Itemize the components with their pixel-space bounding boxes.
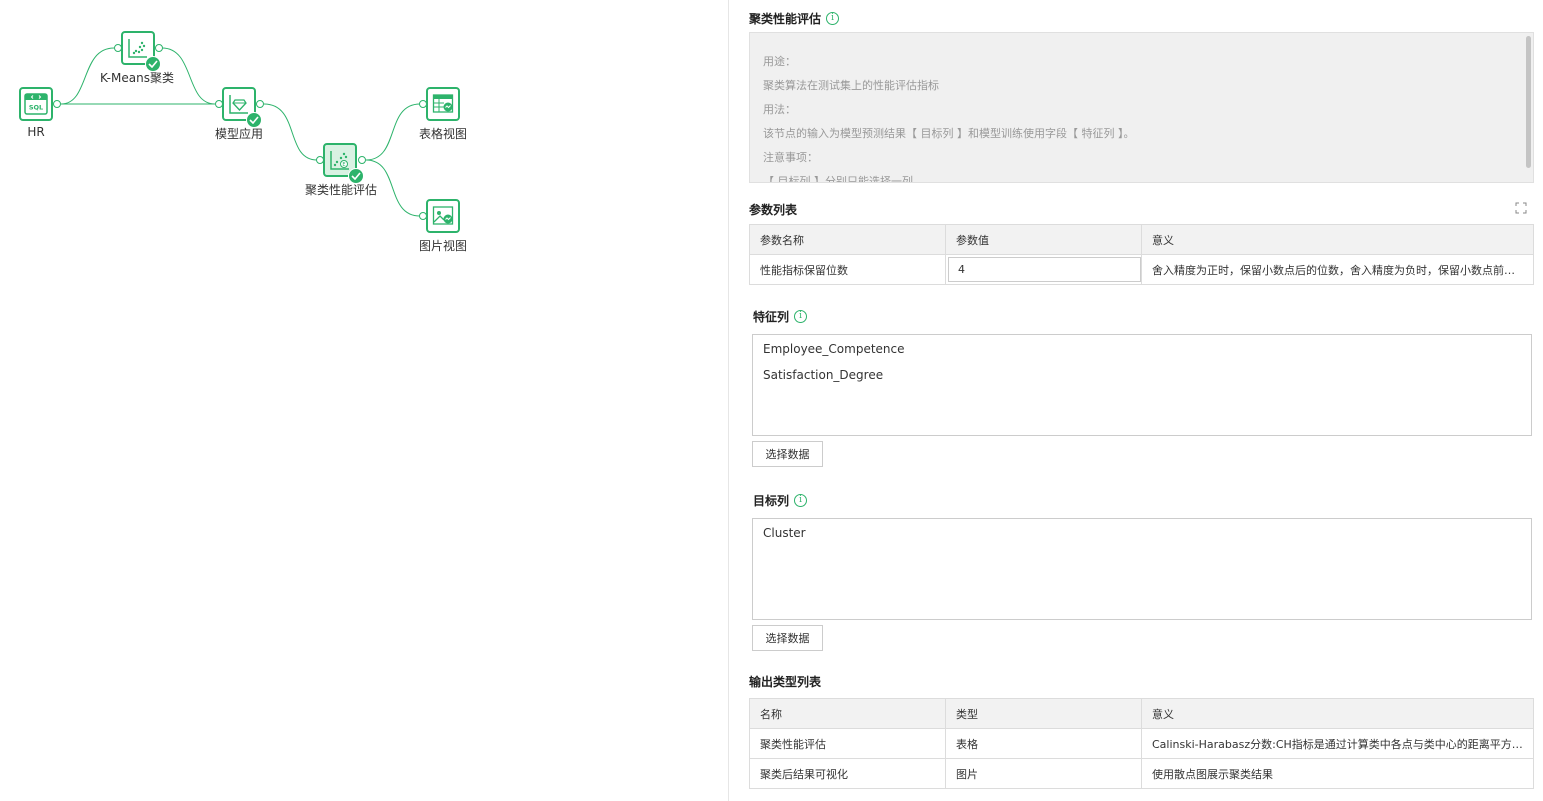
description-line: 用法： (763, 103, 796, 116)
edge-eval-table (365, 103, 421, 161)
gem-icon (229, 95, 248, 114)
table-header: 意义 (1141, 698, 1534, 729)
description-box[interactable]: 用途： 聚类算法在测试集上的性能评估指标 用法： 该节点的输入为模型预测结果【 … (749, 32, 1534, 183)
port-in[interactable] (419, 100, 427, 108)
output-name: 聚类后结果可视化 (749, 758, 946, 789)
node-label: 表格视图 (418, 127, 468, 141)
description-line: 注意事项： (763, 151, 818, 164)
svg-text:SQL: SQL (29, 104, 43, 112)
output-meaning: Calinski-Harabasz分数:CH指标是通过计算类中各点与类中心的距离… (1141, 728, 1534, 759)
select-feature-data-button[interactable]: 选择数据 (752, 441, 823, 467)
param-value-cell (945, 254, 1142, 285)
select-target-data-button[interactable]: 选择数据 (752, 625, 823, 651)
sql-icon: SQL (24, 93, 48, 115)
list-item: Employee_Competence (763, 342, 905, 356)
scatter-icon (128, 39, 147, 58)
param-table: 参数名称 参数值 意义 性能指标保留位数 舍入精度为正时，保留小数点后的位数，舍… (749, 224, 1534, 285)
param-list-title: 参数列表 (749, 201, 797, 218)
port-out[interactable] (256, 100, 264, 108)
node-hr[interactable]: SQL (19, 87, 53, 121)
node-image-view[interactable] (426, 199, 460, 233)
node-title-text: 聚类性能评估 (749, 12, 822, 26)
node-title: 聚类性能评估 i (749, 10, 840, 27)
info-icon[interactable]: i (826, 12, 840, 25)
port-in[interactable] (114, 44, 122, 52)
param-name: 性能指标保留位数 (749, 254, 946, 285)
table-header: 参数值 (945, 224, 1142, 255)
table-row: 聚类性能评估 表格 Calinski-Harabasz分数:CH指标是通过计算类… (749, 728, 1534, 759)
port-in[interactable] (316, 156, 324, 164)
list-item: Cluster (763, 526, 806, 540)
target-columns-title: 目标列 i (753, 492, 808, 509)
node-label: 聚类性能评估 (304, 183, 378, 197)
param-list-title-text: 参数列表 (749, 203, 798, 217)
table-row: 性能指标保留位数 舍入精度为正时，保留小数点后的位数，舍入精度为负时，保留小数点… (749, 254, 1534, 285)
node-table-view[interactable] (426, 87, 460, 121)
image-view-icon (432, 206, 454, 225)
info-icon[interactable]: i (794, 494, 808, 507)
output-meaning: 使用散点图展示聚类结果 (1141, 758, 1534, 789)
feature-columns-title-text: 特征列 (753, 310, 790, 324)
description-line: 用途： (763, 55, 796, 68)
node-label: HR (27, 125, 45, 139)
expand-icon[interactable] (1515, 202, 1527, 214)
table-header: 类型 (945, 698, 1142, 729)
scatter-eval-icon: E (330, 151, 349, 170)
node-label: K-Means聚类 (100, 71, 174, 85)
param-meaning: 舍入精度为正时，保留小数点后的位数，舍入精度为负时，保留小数点前的位数 (1141, 254, 1534, 285)
workflow-edges (60, 47, 421, 217)
info-icon[interactable]: i (794, 310, 808, 323)
properties-panel: 聚类性能评估 i 用途： 聚类算法在测试集上的性能评估指标 用法： 该节点的输入… (749, 0, 1534, 801)
port-in[interactable] (419, 212, 427, 220)
table-header: 名称 (749, 698, 946, 729)
port-out[interactable] (53, 100, 61, 108)
table-header: 参数名称 (749, 224, 946, 255)
table-view-icon (432, 94, 454, 113)
list-item: Satisfaction_Degree (763, 368, 884, 382)
feature-columns-title: 特征列 i (753, 308, 808, 325)
output-list-title-text: 输出类型列表 (749, 675, 822, 689)
svg-text:E: E (342, 162, 345, 168)
table-header-row: 参数名称 参数值 意义 (749, 224, 1534, 255)
port-out[interactable] (358, 156, 366, 164)
node-label: 模型应用 (214, 127, 264, 141)
node-label: 图片视图 (418, 239, 468, 253)
output-type: 表格 (945, 728, 1142, 759)
description-line: 聚类算法在测试集上的性能评估指标 (763, 79, 939, 92)
output-name: 聚类性能评估 (749, 728, 946, 759)
description-line: 【 目标列 】分别只能选择一列 (763, 175, 913, 183)
description-line: 该节点的输入为模型预测结果【 目标列 】和模型训练使用字段【 特征列 】。 (763, 127, 1135, 140)
table-header: 意义 (1141, 224, 1534, 255)
output-table: 名称 类型 意义 聚类性能评估 表格 Calinski-Harabasz分数:C… (749, 698, 1534, 789)
panel-divider[interactable] (728, 0, 729, 801)
param-value-input[interactable] (948, 257, 1141, 282)
feature-columns-box[interactable]: Employee_Competence Satisfaction_Degree (752, 334, 1532, 436)
port-in[interactable] (215, 100, 223, 108)
edge-model-apply-eval (263, 103, 318, 161)
port-out[interactable] (155, 44, 163, 52)
table-header-row: 名称 类型 意义 (749, 698, 1534, 729)
target-columns-box[interactable]: Cluster (752, 518, 1532, 620)
table-row: 聚类后结果可视化 图片 使用散点图展示聚类结果 (749, 758, 1534, 789)
workflow-canvas[interactable]: SQL HR K-Means聚类 模型应用 E 聚类性能评估 表格视图 图片视图 (0, 0, 728, 801)
output-type: 图片 (945, 758, 1142, 789)
description-scrollbar[interactable] (1526, 36, 1531, 168)
target-columns-title-text: 目标列 (753, 494, 790, 508)
output-list-title: 输出类型列表 (749, 673, 821, 690)
